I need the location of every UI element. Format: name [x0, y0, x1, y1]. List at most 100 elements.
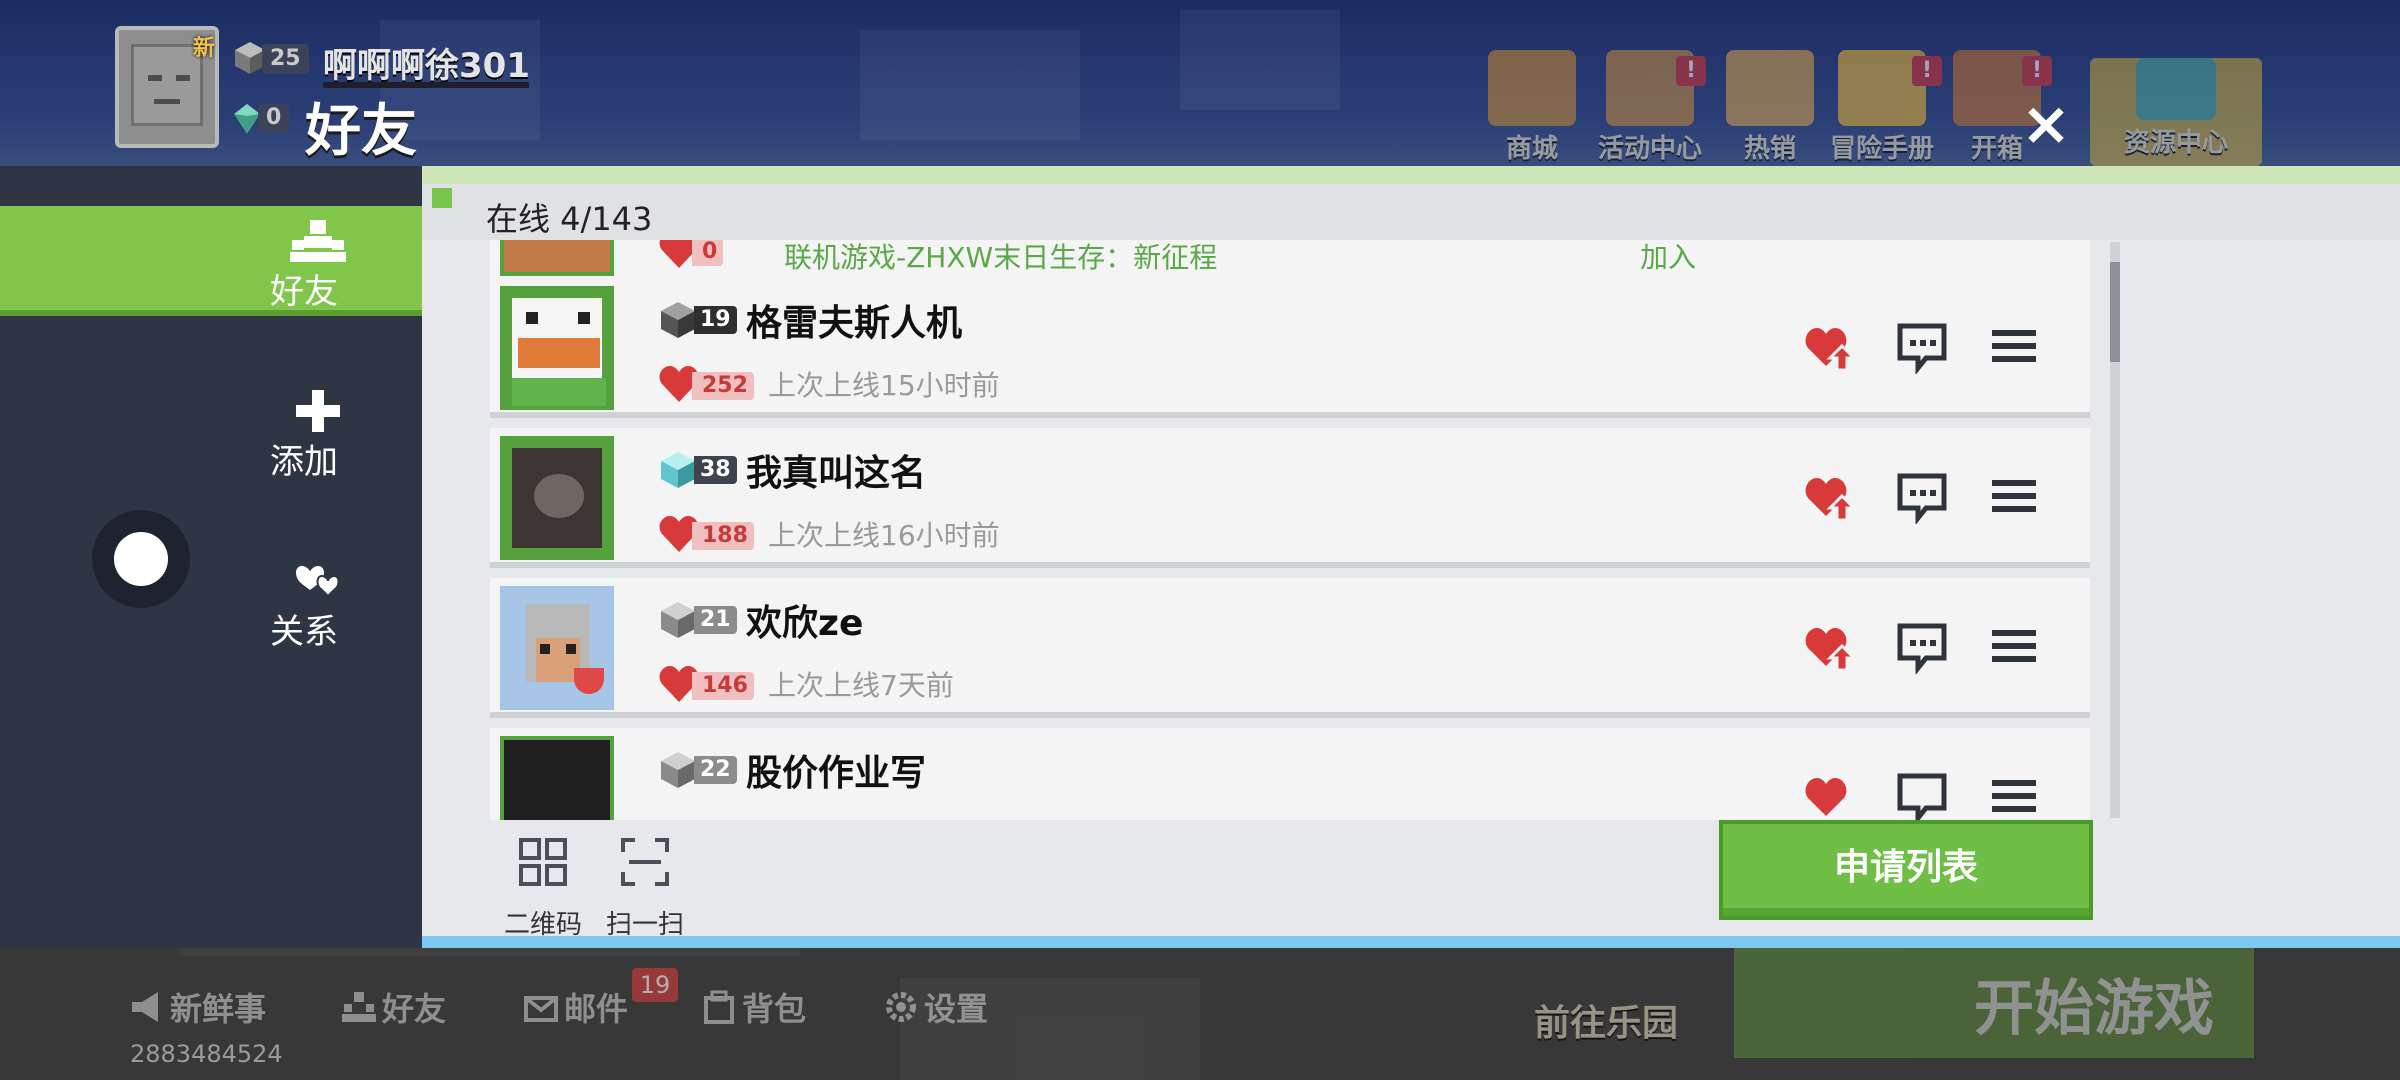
apply-list-button[interactable]: 申请列表 [1719, 820, 2093, 920]
menu-lines-icon [1992, 630, 2036, 662]
friend-row[interactable]: 21 欢欣ze 146 上次上线7天前 [490, 578, 2090, 718]
heart-up-icon [1805, 328, 1858, 372]
sidebar: 好友 添加 关系 [0, 166, 422, 948]
menu-label: 资源中心 [2123, 128, 2228, 158]
avatar-photo [512, 448, 602, 548]
friend-avatar [500, 736, 614, 820]
chat-icon [1897, 773, 1947, 820]
avatar-part [540, 644, 550, 654]
bg-block [1180, 10, 1340, 110]
friend-name: 我真叫这名 [746, 453, 927, 494]
heart-count: 146 [692, 672, 754, 700]
bottom-nav-backpack[interactable]: 背包 [702, 984, 806, 1034]
send-heart-button[interactable] [1802, 318, 1858, 374]
scrollbar-thumb[interactable] [2110, 262, 2120, 362]
send-heart-button[interactable] [1802, 618, 1858, 674]
gem-count: 0 [258, 104, 290, 132]
last-online-text: 上次上线16小时前 [768, 519, 1000, 552]
mail-icon [524, 996, 558, 1022]
friend-name: 欢欣ze [746, 603, 864, 644]
menu-label: 活动中心 [1597, 134, 1702, 164]
friend-name: 股价作业写 [746, 753, 927, 794]
bottom-nav-settings[interactable]: 设置 [884, 984, 988, 1034]
bottom-nav-label: 邮件 [564, 990, 629, 1028]
avatar-skin [512, 598, 604, 698]
diamond-icon [2136, 58, 2216, 120]
send-heart-button[interactable] [1802, 468, 1858, 524]
floating-assist-button[interactable] [92, 510, 190, 608]
friend-level: 19 [694, 306, 737, 334]
bottom-nav-mail[interactable]: 邮件 [524, 984, 628, 1034]
menu-adventure-handbook[interactable]: ! 冒险手册 [1822, 50, 1942, 170]
friend-row[interactable]: 19 格雷夫斯人机 252 上次上线15小时前 [490, 278, 2090, 418]
friend-level: 22 [694, 756, 737, 784]
scan-button[interactable]: 扫一扫 [600, 832, 690, 942]
close-button[interactable]: × [2018, 94, 2074, 154]
menu-lines-icon [1992, 480, 2036, 512]
friend-row[interactable]: 22 股价作业写 [490, 728, 2090, 820]
bottom-nav-label: 背包 [742, 990, 807, 1028]
menu-label: 商城 [1505, 134, 1558, 164]
user-id: 2883484524 [130, 1040, 283, 1068]
join-game-link[interactable]: 加入 [1640, 240, 1696, 276]
more-options-button[interactable] [1986, 768, 2042, 820]
level-cube-icon [661, 452, 695, 488]
chat-button[interactable] [1894, 618, 1950, 676]
sidebar-item-friends[interactable]: 好友 [0, 206, 422, 316]
shop-icon [1488, 50, 1576, 126]
row-actions [1802, 318, 2062, 376]
menu-label: 冒险手册 [1829, 134, 1934, 164]
qrcode-button[interactable]: 二维码 [498, 832, 588, 942]
bg-block [860, 30, 1080, 140]
friend-avatar [500, 586, 614, 710]
player-level: 25 [262, 44, 309, 74]
friend-level: 21 [694, 606, 737, 634]
list-scrollbar[interactable] [2110, 242, 2120, 818]
chat-button[interactable] [1894, 768, 1950, 820]
chat-icon [1897, 623, 1947, 676]
bottom-nav-news[interactable]: 新鲜事 [130, 984, 266, 1034]
start-game-button[interactable]: 开始游戏 [1734, 948, 2254, 1058]
level-cube-icon [661, 752, 695, 788]
level-cube-icon [661, 602, 695, 638]
bottom-nav-friends[interactable]: 好友 [342, 984, 446, 1034]
friends-panel: 在线 4/143 0 联机游戏-ZHXW末日生存：新征程 加入 19 格雷夫斯人… [422, 184, 2400, 948]
sidebar-item-label: 添加 [270, 442, 338, 482]
friend-list[interactable]: 0 联机游戏-ZHXW末日生存：新征程 加入 19 格雷夫斯人机 252 上次上… [490, 240, 2100, 820]
new-badge: 新 [193, 36, 216, 61]
send-heart-button[interactable] [1802, 768, 1858, 820]
row-actions [1802, 468, 2062, 526]
chat-icon [1897, 473, 1947, 526]
menu-lines-icon [1992, 780, 2036, 812]
go-to-park-button[interactable]: 前往乐园 [1534, 994, 1678, 1046]
sidebar-item-label: 好友 [270, 272, 338, 312]
avatar-part [518, 338, 600, 368]
heart-up-icon [1805, 628, 1858, 672]
sidebar-item-add[interactable]: 添加 [0, 376, 422, 486]
last-online-text: 上次上线15小时前 [768, 369, 1000, 402]
bottom-nav-label: 好友 [382, 990, 447, 1028]
avatar-part [578, 312, 590, 324]
menu-shop[interactable]: 商城 [1482, 50, 1582, 170]
panel-bottom-line [422, 936, 2400, 948]
menu-activity-center[interactable]: ! 活动中心 [1590, 50, 1710, 170]
friends-icon [342, 992, 376, 1022]
bg-tile [180, 948, 800, 956]
more-options-button[interactable] [1986, 318, 2042, 374]
chat-button[interactable] [1894, 468, 1950, 526]
plus-icon [296, 390, 340, 432]
avatar-skin [512, 298, 606, 406]
bottom-nav-label: 设置 [924, 990, 989, 1028]
more-options-button[interactable] [1986, 618, 2042, 674]
sidebar-item-relationship[interactable]: 关系 [0, 546, 422, 656]
more-options-button[interactable] [1986, 468, 2042, 524]
backpack-icon [704, 990, 734, 1024]
menu-hot-sale[interactable]: 热销 [1720, 50, 1820, 170]
chat-button[interactable] [1894, 318, 1950, 376]
menu-resource-center[interactable]: 资源中心 [2090, 58, 2262, 166]
online-status-bar: 在线 4/143 [422, 184, 2400, 240]
friend-level: 38 [694, 456, 737, 484]
chat-icon [1897, 323, 1947, 376]
friend-row[interactable]: 38 我真叫这名 188 上次上线16小时前 [490, 428, 2090, 568]
friend-avatar [500, 286, 614, 410]
